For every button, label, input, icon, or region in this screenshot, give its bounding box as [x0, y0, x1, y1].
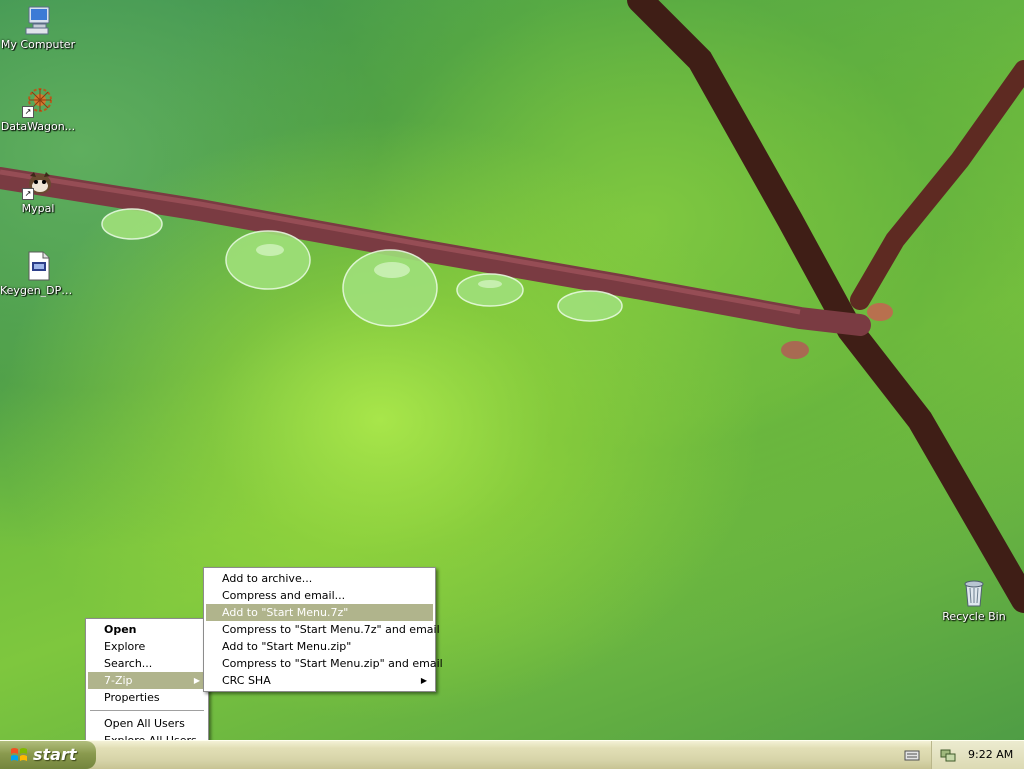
- desktop-icon-label: Recycle Bin: [942, 610, 1006, 623]
- shortcut-arrow-icon: ↗: [22, 106, 34, 118]
- menu-item-add-to-archive[interactable]: Add to archive...: [206, 570, 433, 587]
- context-menu: Open Explore Search... 7-Zip ▶ Propertie…: [85, 618, 209, 740]
- network-icon[interactable]: [940, 747, 956, 763]
- menu-item-compress-zip-email[interactable]: Compress to "Start Menu.zip" and email: [206, 655, 443, 672]
- windows-logo-icon: [11, 748, 27, 761]
- desktop-icon-recycle-bin[interactable]: Recycle Bin: [936, 576, 1012, 623]
- menu-item-7zip[interactable]: 7-Zip ▶: [88, 672, 206, 689]
- menu-item-add-to-zip[interactable]: Add to "Start Menu.zip": [206, 638, 433, 655]
- menu-item-search[interactable]: Search...: [88, 655, 206, 672]
- menu-item-compress-7z-email[interactable]: Compress to "Start Menu.7z" and email: [206, 621, 440, 638]
- datawagon-icon: ↗: [22, 86, 54, 118]
- recycle-bin-icon: [958, 576, 990, 608]
- desktop-icon-label: My Computer: [0, 38, 76, 51]
- desktop[interactable]: My Computer ↗ DataWagon... ↗ Mypal Keyge…: [0, 0, 1024, 740]
- start-label: start: [33, 745, 77, 764]
- taskbar: start 9:22 AM: [0, 740, 1024, 769]
- desktop-icon-keygen[interactable]: Keygen_DPF...: [0, 250, 76, 297]
- menu-item-explore[interactable]: Explore: [88, 638, 206, 655]
- submenu-arrow-icon: ▶: [420, 676, 427, 685]
- mypal-icon: ↗: [22, 168, 54, 200]
- menu-item-properties[interactable]: Properties: [88, 689, 206, 706]
- menu-item-open[interactable]: Open: [88, 621, 206, 638]
- shortcut-arrow-icon: ↗: [22, 188, 34, 200]
- menu-item-crc-sha[interactable]: CRC SHA ▶: [206, 672, 433, 689]
- menu-item-label: 7-Zip: [104, 674, 133, 687]
- document-icon: [22, 250, 54, 282]
- menu-item-compress-and-email[interactable]: Compress and email...: [206, 587, 433, 604]
- desktop-icon-label: Mypal: [21, 202, 55, 215]
- desktop-icon-datawagon[interactable]: ↗ DataWagon...: [0, 86, 76, 133]
- system-tray: 9:22 AM: [931, 741, 1024, 769]
- start-button[interactable]: start: [0, 741, 96, 769]
- menu-item-explore-all-users[interactable]: Explore All Users: [88, 732, 206, 740]
- desktop-icon-label: Keygen_DPF...: [0, 284, 76, 297]
- desktop-icon-label: DataWagon...: [0, 120, 76, 133]
- desktop-icon-my-computer[interactable]: My Computer: [0, 4, 76, 51]
- menu-item-open-all-users[interactable]: Open All Users: [88, 715, 206, 732]
- menu-item-label: CRC SHA: [222, 674, 271, 687]
- menu-item-add-to-7z[interactable]: Add to "Start Menu.7z": [206, 604, 433, 621]
- desktop-icon-mypal[interactable]: ↗ Mypal: [0, 168, 76, 215]
- keyboard-icon[interactable]: [904, 747, 920, 763]
- submenu-arrow-icon: ▶: [193, 676, 200, 685]
- menu-separator: [90, 710, 204, 711]
- computer-icon: [22, 4, 54, 36]
- 7zip-submenu: Add to archive... Compress and email... …: [203, 567, 443, 692]
- clock[interactable]: 9:22 AM: [968, 741, 1013, 769]
